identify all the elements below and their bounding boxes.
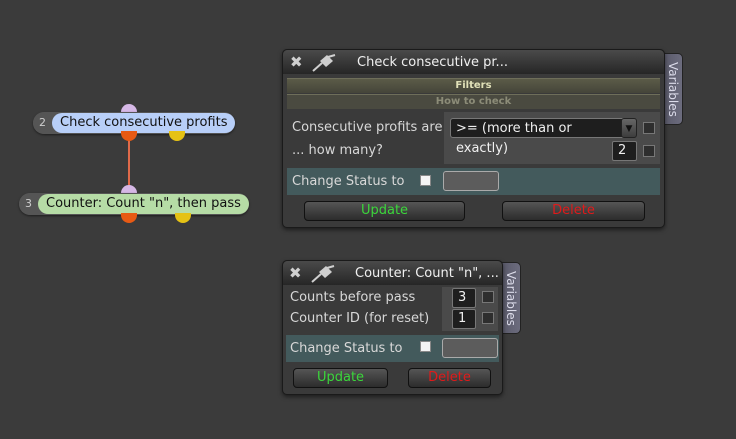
panel2-update-button[interactable]: Update	[293, 368, 388, 388]
panel2-row2-variable-toggle[interactable]	[482, 312, 494, 324]
panel1-update-button[interactable]: Update	[304, 201, 465, 221]
panel1-status-checkbox[interactable]	[420, 175, 431, 186]
panel-check-consecutive-profits: ✖ Check consecutive pr... Filters How to…	[282, 49, 665, 228]
panel1-delete-button[interactable]: Delete	[502, 201, 645, 221]
panel1-titlebar[interactable]: ✖ Check consecutive pr...	[283, 50, 664, 74]
panel2-titlebar[interactable]: ✖ Counter: Count "n", ...	[283, 261, 502, 285]
panel1-status-field[interactable]	[443, 171, 499, 191]
panel2-status-field[interactable]	[442, 338, 498, 358]
panel2-row1-label: Counts before pass	[290, 290, 416, 305]
panel2-status-checkbox[interactable]	[420, 341, 431, 352]
dropdown-arrow-icon[interactable]: ▼	[621, 118, 637, 138]
node-3-number: 3	[19, 193, 38, 215]
pin-icon[interactable]	[310, 261, 336, 285]
close-icon[interactable]: ✖	[290, 50, 303, 74]
panel2-delete-button[interactable]: Delete	[408, 368, 491, 388]
counts-before-pass-field[interactable]: 3	[452, 288, 476, 308]
panel1-section-how-to-check: How to check	[287, 94, 660, 109]
node-3-label: Counter: Count "n", then pass	[38, 194, 249, 214]
panel1-section-filters: Filters	[287, 78, 660, 93]
node-2-output-port-false[interactable]	[169, 131, 185, 141]
node-2-output-port-true[interactable]	[121, 131, 137, 141]
node-2-number: 2	[33, 112, 52, 134]
node-3[interactable]: 3 Counter: Count "n", then pass	[19, 193, 249, 215]
panel1-row2-label: ... how many?	[292, 143, 383, 158]
consecutive-profits-dropdown[interactable]: >= (more than or exactly)	[450, 118, 626, 156]
counter-id-field[interactable]: 1	[452, 309, 476, 329]
panel2-status-label: Change Status to	[290, 341, 403, 356]
node-2-label: Check consecutive profits	[52, 113, 236, 133]
pin-icon[interactable]	[311, 50, 337, 74]
panel1-row1-label: Consecutive profits are	[292, 120, 443, 135]
panel1-title: Check consecutive pr...	[357, 54, 508, 70]
node-3-output-port-false[interactable]	[175, 213, 191, 223]
panel1-variables-tab[interactable]: Variables	[663, 53, 683, 125]
panel2-row2-label: Counter ID (for reset)	[290, 311, 430, 326]
panel1-status-label: Change Status to	[292, 174, 405, 189]
panel1-row2-variable-toggle[interactable]	[643, 145, 655, 157]
panel2-variables-tab[interactable]: Variables	[501, 262, 521, 334]
panel1-row1-variable-toggle[interactable]	[643, 122, 655, 134]
panel2-title: Counter: Count "n", ...	[355, 265, 499, 281]
panel-counter: ✖ Counter: Count "n", ... Counts before …	[282, 260, 503, 395]
how-many-field[interactable]: 2	[612, 141, 637, 161]
node-3-output-port-true[interactable]	[121, 213, 137, 223]
panel2-row1-variable-toggle[interactable]	[482, 291, 494, 303]
close-icon[interactable]: ✖	[289, 261, 302, 285]
